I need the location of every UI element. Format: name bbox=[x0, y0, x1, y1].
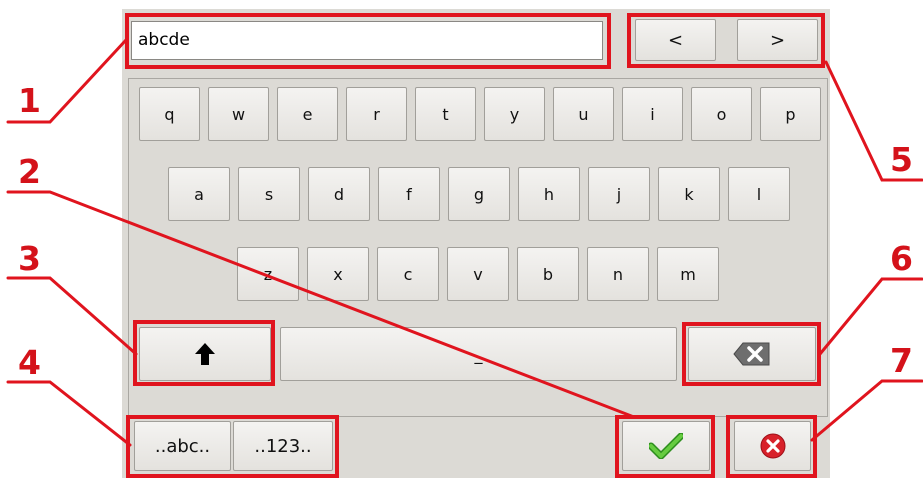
callout-4: 4 bbox=[18, 343, 41, 382]
callout-7: 7 bbox=[890, 341, 913, 380]
callout-3: 3 bbox=[18, 239, 41, 278]
callout-lines bbox=[6, 38, 923, 447]
callout-line-2 bbox=[6, 190, 636, 419]
callout-6: 6 bbox=[890, 239, 913, 278]
callout-2: 2 bbox=[18, 152, 41, 191]
callout-line-4 bbox=[6, 380, 132, 447]
callout-line-7 bbox=[810, 379, 923, 442]
callout-5: 5 bbox=[890, 140, 913, 179]
callout-1: 1 bbox=[18, 81, 41, 120]
